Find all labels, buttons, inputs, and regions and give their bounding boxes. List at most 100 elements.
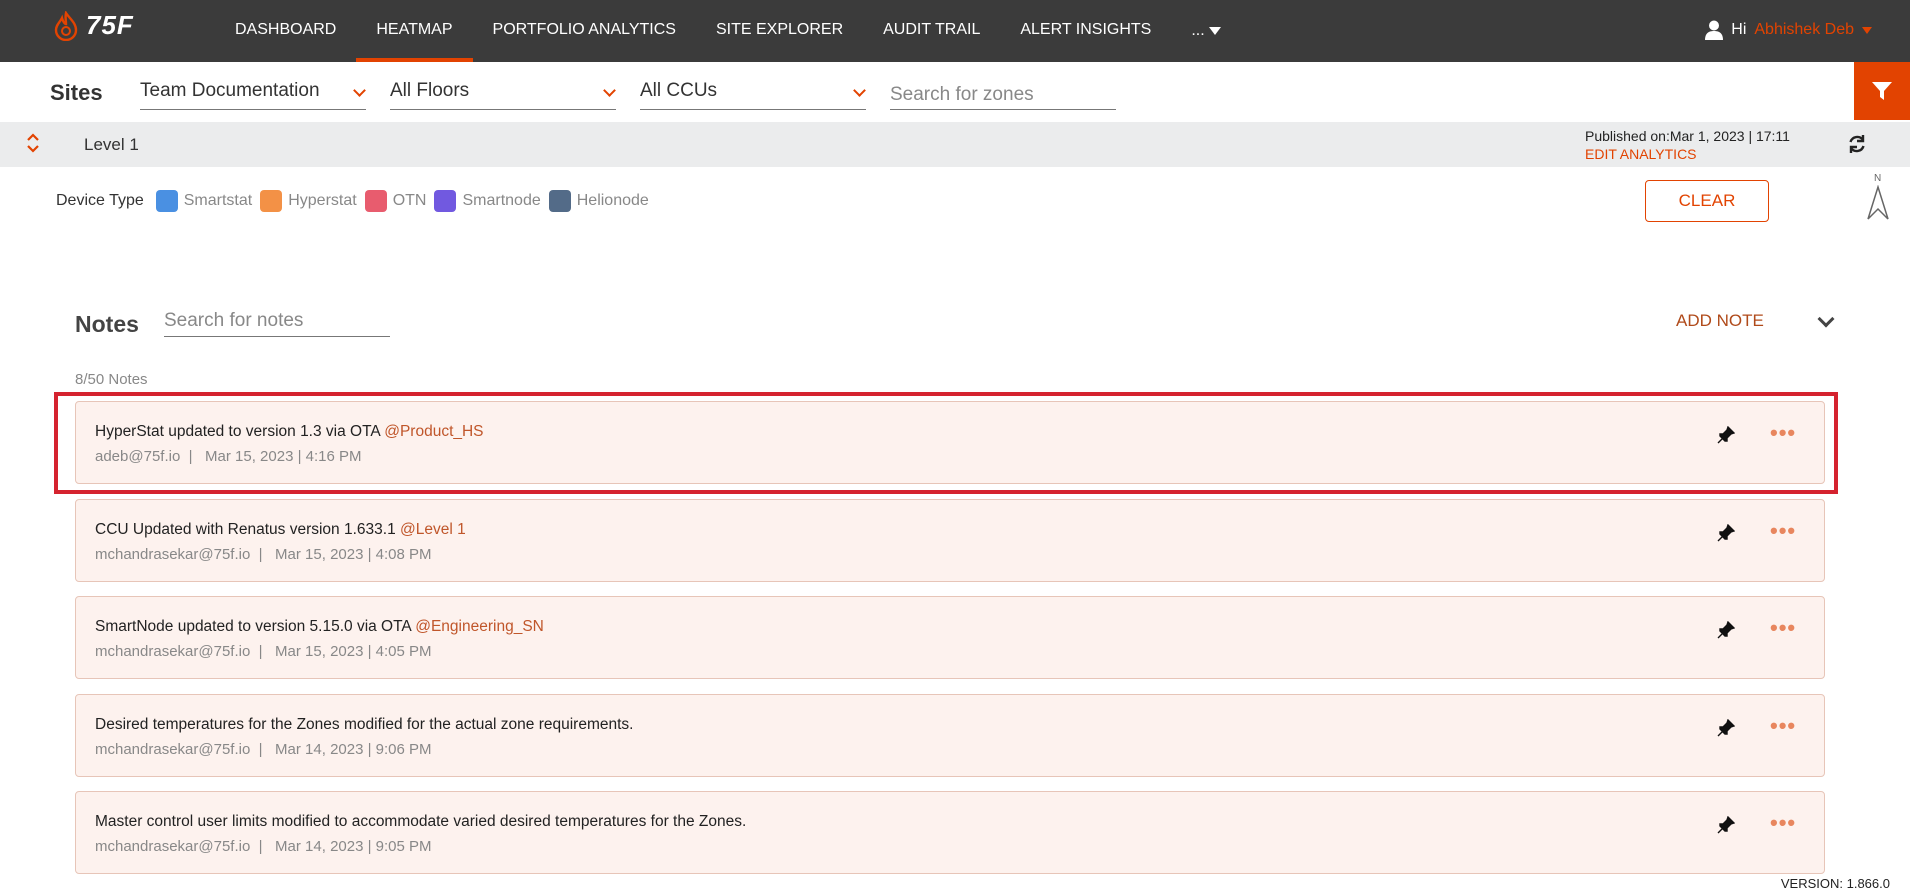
note-date: Mar 15, 2023 | 4:05 PM: [275, 643, 432, 660]
floor-select[interactable]: All Floors: [390, 80, 616, 110]
note-meta: mchandrasekar@75f.io | Mar 14, 2023 | 9:…: [95, 838, 432, 855]
more-options-icon[interactable]: •••: [1770, 520, 1796, 542]
north-arrow-icon: [1867, 185, 1889, 220]
device-type-helionode[interactable]: Helionode: [548, 190, 649, 212]
nav-heatmap[interactable]: HEATMAP: [356, 0, 473, 62]
chevron-down-icon[interactable]: [1817, 310, 1835, 328]
expand-collapse-icon[interactable]: [26, 132, 40, 154]
user-greeting: Hi: [1731, 21, 1747, 38]
more-options-icon[interactable]: •••: [1770, 812, 1796, 834]
note-text-line: Desired temperatures for the Zones modif…: [95, 716, 633, 734]
note-tag[interactable]: @Engineering_SN: [415, 618, 544, 635]
add-note-button[interactable]: ADD NOTE: [1676, 311, 1764, 331]
more-options-icon[interactable]: •••: [1770, 617, 1796, 639]
note-date: Mar 14, 2023 | 9:05 PM: [275, 838, 432, 855]
chevron-down-icon: [853, 84, 866, 97]
pin-icon[interactable]: [1717, 524, 1735, 542]
note-text-line: CCU Updated with Renatus version 1.633.1…: [95, 521, 466, 539]
user-menu[interactable]: Hi Abhishek Deb: [1705, 20, 1872, 40]
device-type-smartnode[interactable]: Smartnode: [434, 190, 541, 212]
published-info: Published on:Mar 1, 2023 | 17:11: [1585, 128, 1790, 144]
note-item[interactable]: Master control user limits modified to a…: [75, 791, 1825, 874]
notes-count: 8/50 Notes: [75, 371, 148, 388]
note-text: SmartNode updated to version 5.15.0 via …: [95, 618, 411, 635]
note-text: CCU Updated with Renatus version 1.633.1: [95, 521, 396, 538]
device-type-hyperstat[interactable]: Hyperstat: [260, 190, 357, 212]
refresh-icon[interactable]: [1847, 134, 1867, 154]
smartnode-swatch: [434, 190, 457, 212]
site-select[interactable]: Team Documentation: [140, 80, 366, 110]
device-type-legend: Device Type Smartstat Hyperstat OTN Smar…: [56, 190, 657, 212]
level-bar: Level 1 Published on:Mar 1, 2023 | 17:11…: [0, 122, 1910, 167]
note-text: Desired temperatures for the Zones modif…: [95, 716, 634, 733]
nav-more-menu[interactable]: ...: [1171, 0, 1240, 62]
note-author: mchandrasekar@75f.io: [95, 838, 251, 855]
site-select-value: Team Documentation: [140, 80, 320, 101]
nav-alert-insights[interactable]: ALERT INSIGHTS: [1000, 0, 1171, 62]
hyperstat-swatch: [260, 190, 283, 212]
note-item[interactable]: CCU Updated with Renatus version 1.633.1…: [75, 499, 1825, 582]
clear-button[interactable]: CLEAR: [1645, 180, 1769, 222]
note-tag[interactable]: @Level 1: [400, 521, 466, 538]
caret-down-icon: [1862, 26, 1872, 34]
nav-more-label: ...: [1191, 22, 1205, 39]
filter-row: Sites Team Documentation All Floors All …: [0, 62, 1910, 122]
smartnode-label: Smartnode: [462, 192, 541, 209]
pin-icon[interactable]: [1717, 719, 1735, 737]
chevron-down-icon: [353, 84, 366, 97]
notes-search-input[interactable]: [164, 305, 390, 337]
version-label: VERSION: 1.866.0: [1780, 876, 1890, 891]
ccu-select[interactable]: All CCUs: [640, 80, 866, 110]
otn-swatch: [364, 190, 387, 212]
note-meta: mchandrasekar@75f.io | Mar 15, 2023 | 4:…: [95, 643, 432, 660]
filter-icon: [1872, 82, 1892, 100]
hyperstat-label: Hyperstat: [288, 192, 357, 209]
note-date: Mar 15, 2023 | 4:08 PM: [275, 546, 432, 563]
note-item[interactable]: Desired temperatures for the Zones modif…: [75, 694, 1825, 777]
zone-search-input[interactable]: [890, 80, 1116, 110]
user-name: Abhishek Deb: [1754, 21, 1854, 38]
north-compass: N: [1866, 173, 1890, 221]
pin-icon[interactable]: [1717, 816, 1735, 834]
chevron-down-icon: [603, 84, 616, 97]
note-item[interactable]: SmartNode updated to version 5.15.0 via …: [75, 596, 1825, 679]
main-nav: DASHBOARD HEATMAP PORTFOLIO ANALYTICS SI…: [215, 0, 1241, 62]
pin-icon[interactable]: [1717, 621, 1735, 639]
note-text-line: SmartNode updated to version 5.15.0 via …: [95, 618, 544, 636]
brand-logo[interactable]: 75F: [52, 10, 134, 41]
nav-portfolio-analytics[interactable]: PORTFOLIO ANALYTICS: [473, 0, 696, 62]
more-options-icon[interactable]: •••: [1770, 715, 1796, 737]
helionode-label: Helionode: [576, 192, 649, 209]
filter-button[interactable]: [1854, 62, 1910, 120]
note-author: mchandrasekar@75f.io: [95, 741, 251, 758]
level-name: Level 1: [84, 135, 139, 154]
brand-name: 75F: [86, 10, 134, 40]
caret-down-icon: [1208, 27, 1221, 35]
nav-audit-trail[interactable]: AUDIT TRAIL: [863, 0, 1000, 62]
nav-site-explorer[interactable]: SITE EXPLORER: [696, 0, 863, 62]
flame-logo-icon: [54, 10, 78, 41]
device-type-otn[interactable]: OTN: [364, 190, 427, 212]
note-meta: mchandrasekar@75f.io | Mar 15, 2023 | 4:…: [95, 546, 432, 563]
ccu-select-value: All CCUs: [640, 80, 718, 101]
note-meta: mchandrasekar@75f.io | Mar 14, 2023 | 9:…: [95, 741, 432, 758]
note-author: mchandrasekar@75f.io: [95, 643, 251, 660]
note-text: Master control user limits modified to a…: [95, 813, 747, 830]
smartstat-swatch: [155, 190, 178, 212]
page-title: Sites: [50, 80, 103, 105]
otn-label: OTN: [392, 192, 427, 209]
notes-title: Notes: [75, 311, 139, 337]
smartstat-label: Smartstat: [183, 192, 253, 209]
note-text-line: Master control user limits modified to a…: [95, 813, 746, 831]
selected-note-highlight: [54, 392, 1838, 494]
top-navigation-bar: 75F DASHBOARD HEATMAP PORTFOLIO ANALYTIC…: [0, 0, 1910, 62]
floor-select-value: All Floors: [390, 80, 470, 101]
edit-analytics-link[interactable]: EDIT ANALYTICS: [1585, 146, 1697, 162]
device-type-label: Device Type: [56, 192, 144, 209]
nav-dashboard[interactable]: DASHBOARD: [215, 0, 356, 62]
compass-north-label: N: [1874, 173, 1882, 184]
note-author: mchandrasekar@75f.io: [95, 546, 251, 563]
note-date: Mar 14, 2023 | 9:06 PM: [275, 741, 432, 758]
device-type-smartstat[interactable]: Smartstat: [155, 190, 253, 212]
user-icon: [1705, 20, 1724, 40]
